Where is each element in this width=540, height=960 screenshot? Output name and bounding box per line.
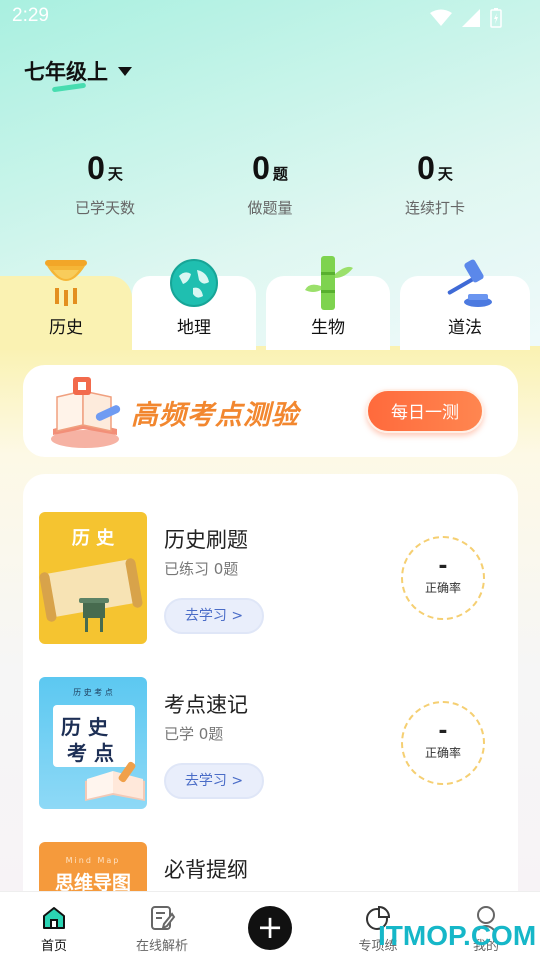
bronze-ding-icon [45, 260, 87, 306]
stat-streak: 0天 连续打卡 [355, 150, 515, 218]
tab-geography[interactable]: 地理 [132, 259, 256, 350]
open-book-icon [85, 761, 145, 801]
edit-note-icon [151, 906, 176, 930]
accuracy-value: - [438, 554, 448, 579]
stat-unit: 天 [437, 165, 453, 183]
item-title: 历史刷题 [164, 528, 248, 552]
cover-small-text: Mind Map [65, 856, 121, 865]
mind-map-cover-image: Mind Map 思维导图 [39, 842, 147, 894]
book-illustration-icon [51, 377, 121, 448]
accuracy-ring: - 正确率 [401, 536, 485, 620]
list-item-history-practice[interactable]: 历 史 历史刷题 已练习 0题 去学习 > - 正确率 [39, 512, 499, 646]
item-title: 考点速记 [164, 693, 248, 717]
globe-icon [170, 259, 218, 307]
grade-label: 七年级上 [24, 56, 108, 86]
item-subtitle: 已学 0题 [164, 725, 224, 743]
tab-morality-law[interactable]: 道法 [400, 259, 530, 350]
key-points-cover-image: 历 史 考 点 历 史 考 点 [39, 677, 147, 809]
subject-tabs: 历史 地理 生物 道法 [0, 256, 540, 350]
stats-row: 0天 已学天数 0题 做题量 0天 连续打卡 [0, 150, 540, 230]
caret-down-icon [118, 66, 132, 76]
stat-label: 做题量 [247, 199, 293, 217]
item-subtitle: 已练习 0题 [164, 560, 239, 578]
stat-value: 0 [252, 150, 270, 186]
grade-selector[interactable]: 七年级上 [24, 56, 132, 86]
tab-label: 生物 [311, 318, 345, 338]
go-study-button[interactable]: 去学习 > [164, 598, 264, 634]
tab-label: 地理 [177, 318, 211, 338]
stat-unit: 题 [272, 165, 288, 183]
watermark-text: ITMOP.COM [378, 920, 537, 951]
stat-value: 0 [87, 150, 105, 186]
nav-home[interactable]: 首页 [14, 904, 94, 954]
tab-label: 道法 [448, 318, 482, 338]
scroll-illustration-icon [39, 558, 143, 632]
wifi-icon [430, 9, 452, 26]
daily-quiz-banner[interactable]: 高频考点测验 每日一测 [23, 365, 518, 457]
stat-value: 0 [417, 150, 435, 186]
nav-analysis[interactable]: 在线解析 [122, 904, 202, 954]
gavel-icon [447, 259, 492, 307]
accuracy-label: 正确率 [424, 581, 461, 595]
accuracy-ring: - 正确率 [401, 701, 485, 785]
stat-label: 已学天数 [74, 199, 135, 217]
tab-biology[interactable]: 生物 [266, 256, 390, 350]
signal-icon [462, 9, 480, 27]
tab-label: 历史 [49, 318, 83, 338]
stat-label: 连续打卡 [404, 199, 465, 217]
bamboo-icon [305, 256, 353, 310]
accuracy-value: - [438, 719, 448, 744]
list-item-outline[interactable]: Mind Map 思维导图 必背提纲 [39, 842, 499, 894]
status-time: 2:29 [12, 5, 49, 26]
battery-icon [490, 8, 502, 28]
list-item-key-points[interactable]: 历 史 考 点 历 史 考 点 考点速记 已学 0题 去学习 > - 正确率 [39, 677, 499, 811]
item-title: 必背提纲 [164, 858, 248, 882]
status-bar: 2:29 [0, 0, 540, 36]
tab-history[interactable]: 历史 [0, 260, 132, 350]
history-cover-image: 历 史 [39, 512, 147, 644]
nav-label: 在线解析 [135, 939, 188, 954]
add-button[interactable]: + [248, 906, 292, 950]
study-card: 历 史 历史刷题 已练习 0题 去学习 > - 正确率 历 史 考 点 历 史 … [23, 474, 518, 894]
stat-questions-done: 0题 做题量 [190, 150, 350, 218]
nav-label: 首页 [40, 939, 67, 954]
stat-unit: 天 [107, 165, 123, 183]
cover-text: 历 史 [71, 528, 115, 549]
daily-test-button[interactable]: 每日一测 [366, 389, 484, 433]
cover-line-1: 历 史 [61, 715, 108, 739]
cover-small-text: 历 史 考 点 [73, 688, 113, 697]
stat-days-studied: 0天 已学天数 [25, 150, 185, 218]
home-icon [43, 907, 65, 929]
go-study-button[interactable]: 去学习 > [164, 763, 264, 799]
banner-title: 高频考点测验 [131, 400, 299, 431]
accuracy-label: 正确率 [424, 746, 461, 760]
status-icons [430, 8, 502, 28]
